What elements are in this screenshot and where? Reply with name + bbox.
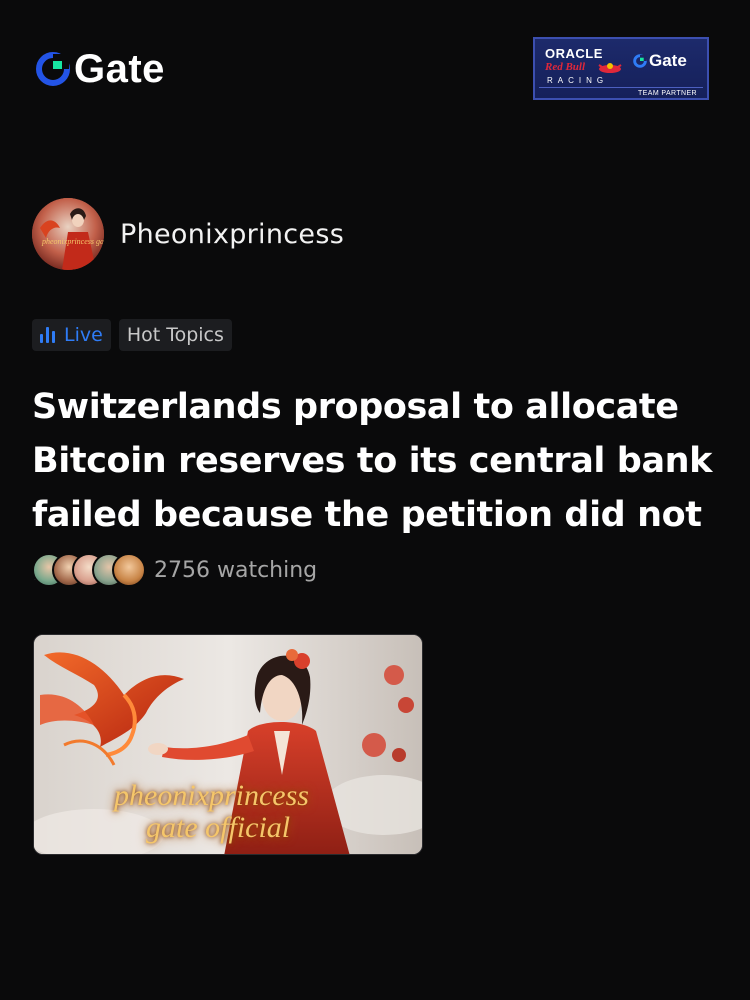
bull-icon: [598, 63, 622, 73]
svg-text:pheonixprincess gate official: pheonixprincess gate official: [41, 237, 104, 246]
team-partner-badge: ORACLE Red Bull RACING Gate TEAM PARTNER: [533, 37, 709, 100]
logo-text: Gate: [74, 47, 165, 91]
author-avatar[interactable]: pheonixprincess gate official: [32, 198, 104, 270]
tag-list: Live Hot Topics: [32, 319, 232, 351]
preview-text-line1: pheonixprincess: [114, 779, 309, 812]
preview-text-line2: gate official: [146, 811, 291, 844]
badge-gate-text: Gate: [649, 51, 687, 70]
page: Gate ORACLE Red Bull RACING Gate TEAM PA…: [0, 0, 750, 1000]
racing-text: RACING: [547, 76, 609, 85]
watcher-avatar: [112, 553, 146, 587]
team-partner-text: TEAM PARTNER: [638, 90, 697, 97]
redbull-text: Red Bull: [545, 61, 586, 73]
hot-topics-tag[interactable]: Hot Topics: [118, 319, 232, 351]
live-bars-icon: [40, 327, 55, 343]
author-row[interactable]: pheonixprincess gate official Pheonixpri…: [32, 198, 344, 270]
post-preview-image[interactable]: pheonixprincess gate official: [33, 634, 423, 855]
watcher-avatars: [32, 553, 146, 587]
badge-gate-logo: Gate: [633, 51, 687, 71]
live-tag-label: Live: [64, 324, 103, 346]
redbull-racing-logo: ORACLE Red Bull RACING: [541, 44, 629, 85]
oracle-text: ORACLE: [545, 46, 603, 61]
author-name[interactable]: Pheonixprincess: [120, 219, 344, 250]
hot-topics-label: Hot Topics: [126, 324, 224, 346]
gate-small-icon: [633, 54, 647, 68]
avatar-image: pheonixprincess gate official: [32, 198, 104, 270]
gate-logo[interactable]: Gate: [36, 46, 165, 92]
watching-count: 2756 watching: [154, 557, 318, 583]
watching-row: 2756 watching: [32, 553, 317, 587]
live-tag[interactable]: Live: [32, 319, 111, 351]
badge-divider: [539, 87, 703, 88]
gate-logo-icon: [36, 52, 70, 86]
